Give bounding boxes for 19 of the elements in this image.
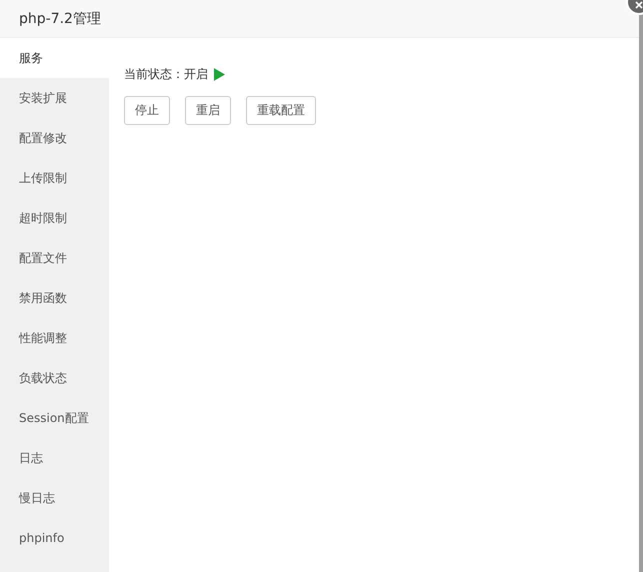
action-button[interactable]: 停止 bbox=[124, 96, 170, 125]
sidebar-item[interactable]: 配置文件 bbox=[0, 238, 109, 278]
sidebar-item[interactable]: 禁用函数 bbox=[0, 278, 109, 318]
close-icon bbox=[634, 0, 643, 10]
sidebar-item[interactable]: 安装扩展 bbox=[0, 78, 109, 118]
sidebar-item[interactable]: 日志 bbox=[0, 438, 109, 478]
sidebar-item[interactable]: 上传限制 bbox=[0, 158, 109, 198]
window-title: php-7.2管理 bbox=[19, 10, 101, 28]
sidebar-item[interactable]: Session配置 bbox=[0, 398, 109, 438]
action-button[interactable]: 重载配置 bbox=[246, 96, 316, 125]
sidebar-item[interactable]: phpinfo bbox=[0, 518, 109, 558]
sidebar-item[interactable]: 超时限制 bbox=[0, 198, 109, 238]
sidebar-item[interactable]: 性能调整 bbox=[0, 318, 109, 358]
action-button[interactable]: 重启 bbox=[185, 96, 231, 125]
sidebar-item[interactable]: 服务 bbox=[0, 38, 109, 78]
status-text: 当前状态：开启 bbox=[124, 66, 208, 82]
sidebar-item[interactable]: 配置修改 bbox=[0, 118, 109, 158]
sidebar-item[interactable]: 慢日志 bbox=[0, 478, 109, 518]
sidebar-item[interactable]: 负载状态 bbox=[0, 358, 109, 398]
